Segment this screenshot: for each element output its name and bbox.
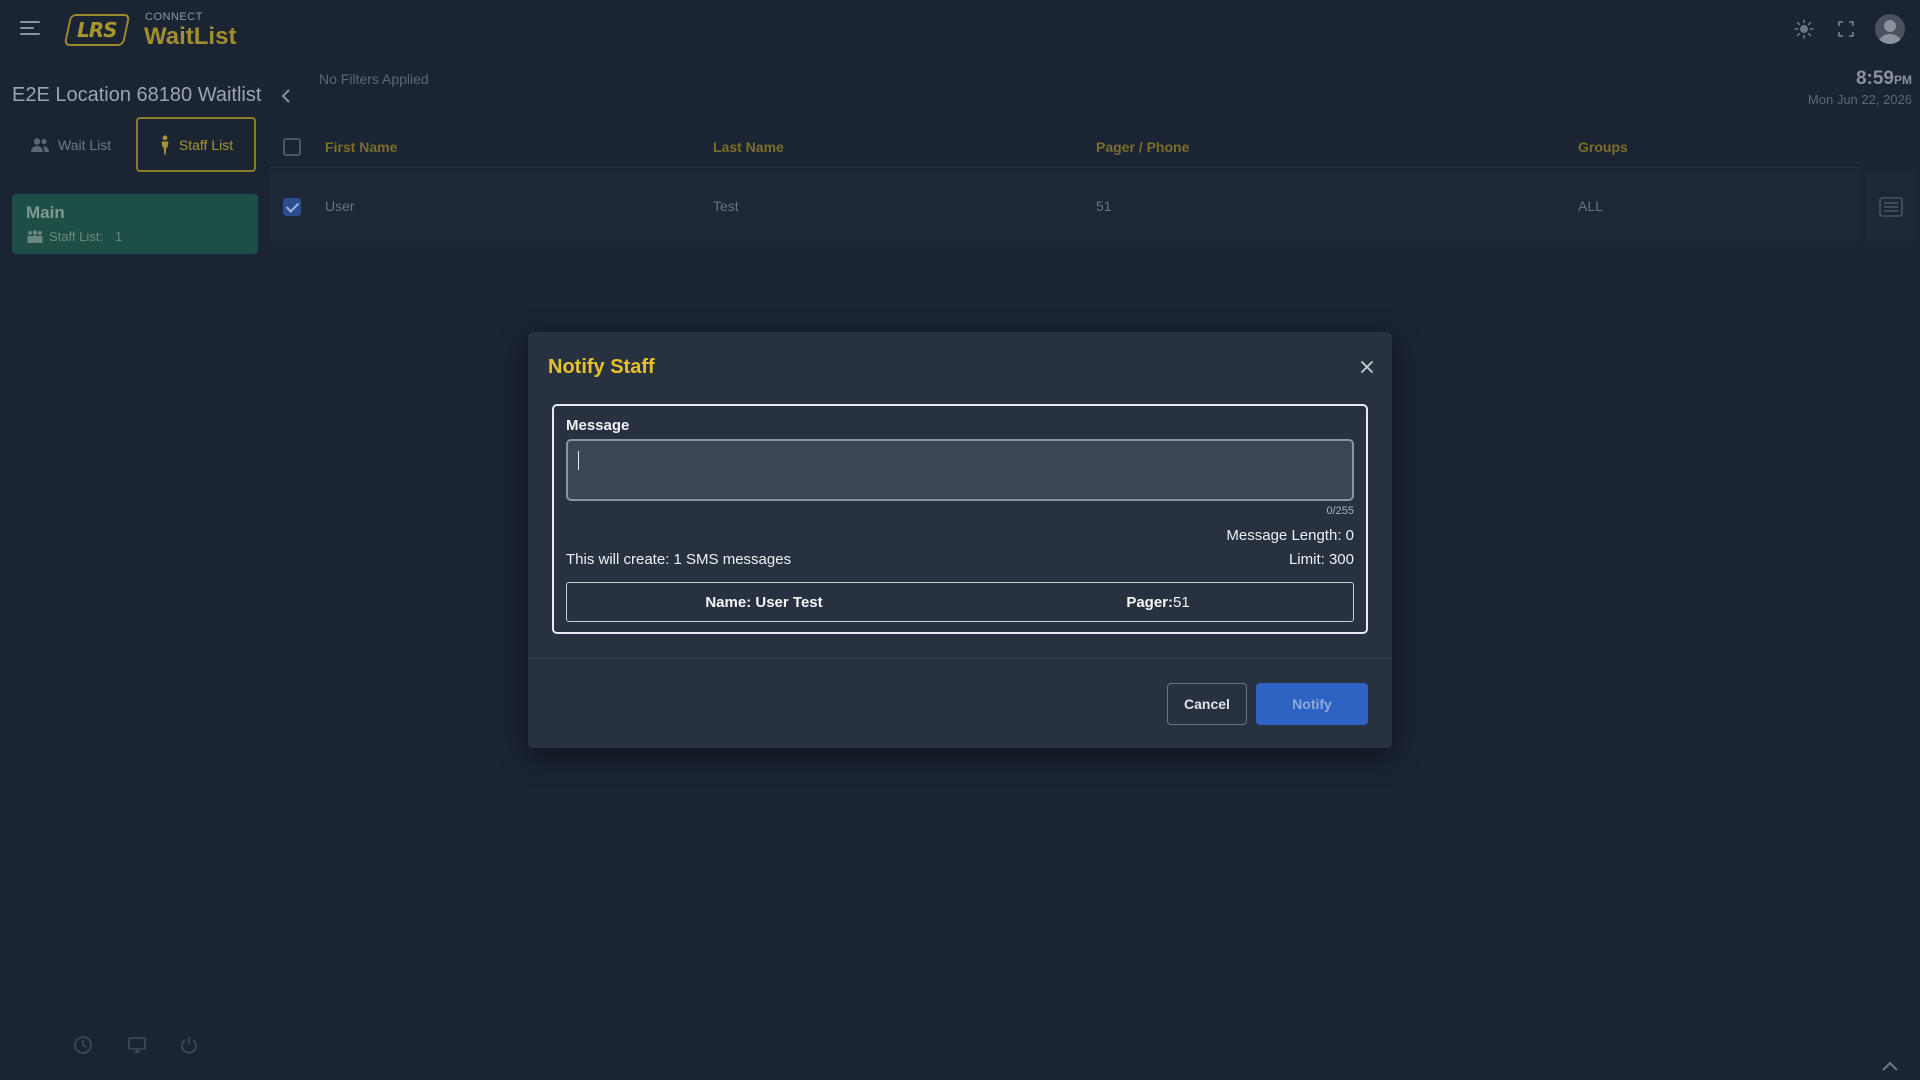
top-bar: LRS CONNECT WaitList [0,0,1920,60]
collapse-sidebar-button[interactable] [272,80,300,112]
cell-pager: 51 [1096,198,1112,214]
brand-app-name: WaitList [144,23,237,50]
tab-staff-list[interactable]: Staff List [136,117,256,172]
column-last-name[interactable]: Last Name [713,139,784,155]
recipient-pager-value: 51 [1173,594,1190,611]
monitor-icon[interactable] [126,1034,148,1056]
row-details-button[interactable] [1865,172,1917,242]
modal-divider [528,658,1392,659]
sidebar: E2E Location 68180 Waitlist Wait List St… [0,60,270,1080]
chevron-left-icon [281,89,290,103]
cell-first-name: User [325,198,355,214]
cancel-button[interactable]: Cancel [1167,683,1247,725]
recipient-pager: Pager:51 [961,594,1355,611]
recipient-pager-label: Pager: [1126,594,1173,611]
row-checkbox[interactable] [283,198,301,216]
recipient-name: Name: User Test [567,594,961,611]
clock: 8:59PM Mon Jun 22, 2026 [1808,68,1912,107]
people-icon [31,137,49,152]
column-pager-phone[interactable]: Pager / Phone [1096,139,1189,155]
power-icon[interactable] [178,1034,200,1056]
chevron-up-icon [1882,1061,1898,1071]
scroll-to-top-button[interactable] [1880,1059,1900,1073]
cell-groups: ALL [1578,198,1603,214]
notify-button[interactable]: Notify [1256,683,1368,725]
fullscreen-icon[interactable] [1835,18,1857,40]
char-counter: 0/255 [1326,505,1354,517]
filters-status: No Filters Applied [319,71,429,87]
tab-wait-list-label: Wait List [58,136,112,153]
message-input[interactable] [566,439,1354,501]
table-header: First Name Last Name Pager / Phone Group… [270,126,1860,168]
tab-wait-list[interactable]: Wait List [30,117,130,172]
group-icon [27,230,43,243]
clock-date: Mon Jun 22, 2026 [1807,92,1912,107]
user-avatar-icon[interactable] [1875,14,1905,44]
group-staff-count: Staff List: 1 [26,229,122,244]
text-cursor [578,451,579,470]
recipient-name-label: Name: [705,594,752,611]
group-count-value: 1 [114,229,123,244]
brand-connect-label: CONNECT [145,11,203,23]
recipient-name-value: User Test [755,594,823,611]
clock-ampm: PM [1894,73,1912,87]
brightness-icon[interactable] [1793,18,1815,40]
location-title: E2E Location 68180 Waitlist [12,84,262,106]
modal-title: Notify Staff [548,356,655,378]
close-icon[interactable] [1357,357,1377,377]
lrs-logo: LRS [63,14,131,46]
message-label: Message [566,417,630,434]
notify-staff-modal: Notify Staff Message 0/255 Message Lengt… [528,332,1392,748]
sms-count-info: This will create: 1 SMS messages [566,551,792,568]
recipient-row: Name: User Test Pager:51 [566,582,1354,622]
history-icon[interactable] [72,1034,94,1056]
list-details-icon [1879,197,1903,217]
group-count-label: Staff List: [49,229,103,244]
select-all-checkbox[interactable] [283,138,301,156]
table-row[interactable]: User Test 51 ALL [270,172,1860,242]
tab-staff-list-label: Staff List [178,136,234,153]
logo-text: LRS [77,18,117,42]
message-form: Message 0/255 Message Length: 0 This wil… [552,404,1368,634]
menu-icon[interactable] [20,21,40,37]
message-limit: Limit: 300 [1288,551,1354,568]
column-first-name[interactable]: First Name [325,139,397,155]
group-card-main[interactable]: Main Staff List: 1 [12,194,258,254]
person-standing-icon [161,134,169,154]
group-name: Main [26,203,65,222]
message-length: Message Length: 0 [1226,527,1354,544]
clock-time: 8:59 [1855,68,1894,89]
column-groups[interactable]: Groups [1578,139,1628,155]
cell-last-name: Test [713,198,739,214]
